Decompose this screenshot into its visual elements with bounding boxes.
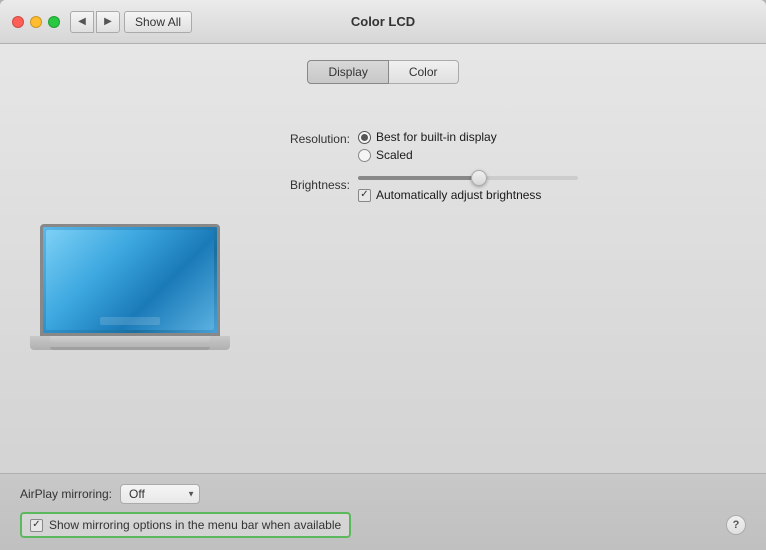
macbook-screen	[40, 224, 220, 336]
brightness-label: Brightness:	[260, 176, 350, 192]
auto-brightness-checkbox[interactable]: ✓	[358, 189, 371, 202]
settings-area: Resolution: Best for built-in display Sc…	[260, 110, 746, 463]
window-title: Color LCD	[351, 14, 415, 29]
traffic-lights	[12, 16, 60, 28]
resolution-row: Resolution: Best for built-in display Sc…	[260, 130, 746, 162]
help-button[interactable]: ?	[726, 515, 746, 535]
back-button[interactable]: ◀	[70, 11, 94, 33]
tab-color[interactable]: Color	[389, 60, 459, 84]
resolution-scaled-label: Scaled	[376, 148, 413, 162]
brightness-row: Brightness: ✓ Automatically adjust brigh…	[260, 176, 746, 202]
resolution-scaled-radio[interactable]	[358, 149, 371, 162]
brightness-controls: ✓ Automatically adjust brightness	[358, 176, 578, 202]
slider-container	[358, 176, 578, 180]
macbook-base	[30, 336, 230, 350]
auto-brightness-row: ✓ Automatically adjust brightness	[358, 188, 578, 202]
macbook-illustration	[30, 224, 230, 350]
macbook-keyboard	[50, 336, 210, 342]
checkmark-icon: ✓	[360, 190, 368, 200]
content-area: Display Color Resolution:	[0, 44, 766, 473]
airplay-row: AirPlay mirroring: Off On ▼	[20, 484, 746, 504]
nav-buttons: ◀ ▶	[70, 11, 120, 33]
mirror-checkbox[interactable]: ✓	[30, 519, 43, 532]
minimize-button[interactable]	[30, 16, 42, 28]
airplay-dropdown[interactable]: Off On	[120, 484, 200, 504]
mirror-option-row: ✓ Show mirroring options in the menu bar…	[20, 512, 351, 538]
resolution-best-label: Best for built-in display	[376, 130, 497, 144]
show-all-button[interactable]: Show All	[124, 11, 192, 33]
resolution-scaled-row: Scaled	[358, 148, 497, 162]
resolution-controls: Best for built-in display Scaled	[358, 130, 497, 162]
mirror-checkmark-icon: ✓	[32, 520, 40, 530]
airplay-dropdown-wrapper: Off On ▼	[120, 484, 200, 504]
bottom-section: AirPlay mirroring: Off On ▼ ✓ Show mirro…	[0, 473, 766, 550]
laptop-image-area	[20, 110, 240, 463]
radio-dot	[361, 134, 368, 141]
brightness-slider-thumb[interactable]	[471, 170, 487, 186]
tab-display[interactable]: Display	[307, 60, 388, 84]
tab-bar: Display Color	[20, 60, 746, 84]
resolution-label: Resolution:	[260, 130, 350, 146]
title-bar: ◀ ▶ Show All Color LCD	[0, 0, 766, 44]
main-window: ◀ ▶ Show All Color LCD Display Color	[0, 0, 766, 550]
display-panel: Resolution: Best for built-in display Sc…	[20, 100, 746, 473]
brightness-slider-track[interactable]	[358, 176, 578, 180]
mirror-option-label: Show mirroring options in the menu bar w…	[49, 518, 341, 532]
close-button[interactable]	[12, 16, 24, 28]
maximize-button[interactable]	[48, 16, 60, 28]
auto-brightness-label: Automatically adjust brightness	[376, 188, 541, 202]
resolution-best-radio[interactable]	[358, 131, 371, 144]
airplay-label: AirPlay mirroring:	[20, 487, 112, 501]
forward-button[interactable]: ▶	[96, 11, 120, 33]
resolution-best-row: Best for built-in display	[358, 130, 497, 144]
